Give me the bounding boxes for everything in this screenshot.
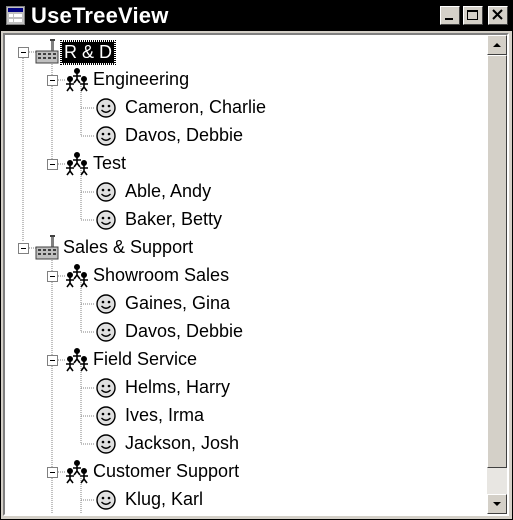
tree-node-label: Ives, Irma (125, 405, 205, 425)
tree-node-group[interactable]: Test (5, 151, 487, 177)
tree-node-group[interactable]: Field Service (5, 347, 487, 373)
collapse-toggle-icon[interactable] (47, 271, 58, 282)
people-group-icon (64, 263, 90, 289)
smiley-person-icon (93, 291, 119, 317)
tree-node-label: Test (93, 153, 127, 173)
tree-node-label: Showroom Sales (93, 265, 230, 285)
collapse-toggle-icon[interactable] (47, 75, 58, 86)
tree-node-person[interactable]: Davos, Debbie (5, 123, 487, 149)
window-title: UseTreeView (31, 3, 169, 28)
scroll-up-arrow-icon (493, 43, 501, 47)
people-group-icon (64, 347, 90, 373)
tree-node-department[interactable]: R & D (5, 39, 487, 65)
building-icon (35, 39, 61, 65)
smiley-person-icon (93, 179, 119, 205)
tree-node-label: R & D (59, 40, 117, 65)
smiley-person-icon (93, 123, 119, 149)
tree-node-label: Engineering (93, 69, 190, 89)
tree-node-label: Sales & Support (63, 237, 194, 257)
tree-node-group[interactable]: Customer Support (5, 459, 487, 485)
scroll-thumb[interactable] (487, 55, 507, 468)
close-button[interactable] (488, 6, 508, 25)
tree-node-person[interactable]: Ives, Irma (5, 403, 487, 429)
smiley-person-icon (93, 487, 119, 513)
tree-node-label: Davos, Debbie (125, 125, 244, 145)
scroll-down-arrow-icon (493, 502, 501, 506)
building-icon (35, 235, 61, 261)
tree-node-person[interactable]: Jackson, Josh (5, 431, 487, 457)
smiley-person-icon (93, 95, 119, 121)
people-group-icon (64, 67, 90, 93)
smiley-person-icon (93, 319, 119, 345)
title-bar[interactable]: UseTreeView (1, 1, 512, 31)
scroll-up-button[interactable] (487, 35, 507, 55)
smiley-person-icon (93, 207, 119, 233)
collapse-toggle-icon[interactable] (47, 159, 58, 170)
scroll-down-button[interactable] (487, 494, 507, 514)
tree-node-person[interactable]: Able, Andy (5, 179, 487, 205)
close-icon (492, 9, 503, 20)
collapse-toggle-icon[interactable] (18, 243, 29, 254)
smiley-person-icon (93, 431, 119, 457)
collapse-toggle-icon[interactable] (47, 355, 58, 366)
tree-node-label: Gaines, Gina (125, 293, 231, 313)
tree-node-person[interactable]: Gaines, Gina (5, 291, 487, 317)
people-group-icon (64, 151, 90, 177)
tree-node-person[interactable]: Davos, Debbie (5, 319, 487, 345)
maximize-button[interactable] (463, 6, 483, 25)
tree-node-label: Helms, Harry (125, 377, 231, 397)
maximize-icon (467, 10, 478, 20)
treeview-app-icon[interactable] (6, 6, 25, 25)
tree-node-label: Able, Andy (125, 181, 212, 201)
tree-view-control[interactable]: R & D Engineering Cameron, Charlie Davos, D… (3, 33, 509, 516)
minimize-button[interactable] (440, 6, 460, 25)
tree-node-person[interactable]: Helms, Harry (5, 375, 487, 401)
tree-node-label: Field Service (93, 349, 198, 369)
tree-node-label: Customer Support (93, 461, 240, 481)
tree-node-label: Davos, Debbie (125, 321, 244, 341)
tree-node-label: Klug, Karl (125, 489, 204, 509)
collapse-toggle-icon[interactable] (18, 47, 29, 58)
people-group-icon (64, 459, 90, 485)
tree-node-group[interactable]: Engineering (5, 67, 487, 93)
tree-node-person[interactable]: Cameron, Charlie (5, 95, 487, 121)
tree-node-label: Baker, Betty (125, 209, 223, 229)
vertical-scrollbar[interactable] (487, 35, 507, 514)
usetreeview-window: UseTreeView R & D Engineering Cameron, Cha… (0, 0, 513, 520)
smiley-person-icon (93, 403, 119, 429)
tree-node-label: Jackson, Josh (125, 433, 240, 453)
tree-node-label: Cameron, Charlie (125, 97, 267, 117)
collapse-toggle-icon[interactable] (47, 467, 58, 478)
tree-node-department[interactable]: Sales & Support (5, 235, 487, 261)
minimize-icon (445, 18, 453, 20)
tree-node-person[interactable]: Baker, Betty (5, 207, 487, 233)
smiley-person-icon (93, 375, 119, 401)
tree-node-person[interactable]: Klug, Karl (5, 487, 487, 513)
tree-view[interactable]: R & D Engineering Cameron, Charlie Davos, D… (5, 35, 487, 514)
tree-node-group[interactable]: Showroom Sales (5, 263, 487, 289)
